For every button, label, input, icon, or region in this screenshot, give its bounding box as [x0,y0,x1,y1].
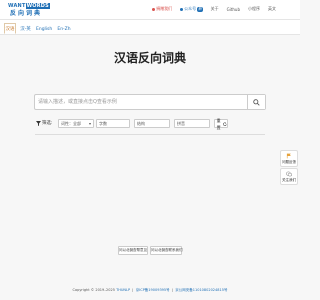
chevron-down-icon: ▾ [88,121,91,126]
divider [35,134,265,135]
wechat-icon [180,7,184,11]
donate-link[interactable]: 捐赠我们 [152,6,172,12]
tab-english[interactable]: English [35,23,53,34]
site-logo[interactable]: WANTWORDS 反向词典 [8,3,50,17]
heart-icon [152,7,156,11]
logo-subtitle: 反向词典 [10,10,43,17]
filter-bar: 筛选: 词性：全部 ▾ 字数 结构 拼音 重置 [36,118,268,130]
miniapp-link[interactable]: 小程序 [248,6,260,12]
help-button[interactable]: 问以北倒查帮意见 [118,246,148,255]
refresh-icon [223,122,227,126]
follow-us-button[interactable]: 关注我们 [280,168,298,185]
copyright-text: Copyright © 2019–2025 [72,288,115,292]
pinyin-input[interactable]: 拼音 [174,119,210,128]
structure-input[interactable]: 结构 [134,119,170,128]
top-nav: 捐赠我们 公众号新 关于 Github 小程序 英文 [144,6,276,12]
police-link[interactable]: 京公网安备11010802024815号 [175,288,227,292]
wechat-link[interactable]: 公众号新 [180,6,203,12]
flag-icon [286,153,291,159]
search-box [34,94,266,110]
logo-word-b: WORDS [25,3,50,9]
part-of-speech-select[interactable]: 词性：全部 ▾ [58,119,94,128]
tab-english-chinese[interactable]: En-Zh [56,23,72,34]
search-input[interactable] [35,95,247,109]
word-count-input[interactable]: 字数 [96,119,130,128]
wechat-icon [286,171,292,177]
filter-label: 筛选: [36,120,53,126]
search-button[interactable] [247,95,265,109]
mode-tabs: 汉语 汉-英 English En-Zh [0,20,300,35]
tab-chinese-english[interactable]: 汉-英 [18,23,33,34]
footer: Copyright © 2019–2025 THUNLP | 京ICP备1900… [72,288,228,292]
about-link[interactable]: 关于 [211,6,219,12]
logo-word-a: WANT [8,3,26,9]
search-icon [253,98,260,106]
page-title: 汉语反向词典 [113,51,186,65]
new-badge: 新 [197,6,203,12]
top-header: WANTWORDS 反向词典 捐赠我们 公众号新 关于 Github 小程序 英… [0,0,300,20]
github-link[interactable]: Github [227,7,240,12]
logo-wordmark: WANTWORDS [8,3,50,9]
feedback-button[interactable]: 问题反馈 [280,150,298,167]
page: WANTWORDS 反向词典 捐赠我们 公众号新 关于 Github 小程序 英… [0,0,300,300]
filter-icon [36,120,41,126]
reset-button[interactable]: 重置 [214,118,228,130]
icp-link[interactable]: 京ICP备19009395号 [136,288,170,292]
org-link[interactable]: THUNLP [116,288,130,292]
contact-button[interactable]: 问以北倒查联系我们 [150,246,183,255]
english-link[interactable]: 英文 [268,6,276,12]
tab-chinese[interactable]: 汉语 [4,23,16,34]
